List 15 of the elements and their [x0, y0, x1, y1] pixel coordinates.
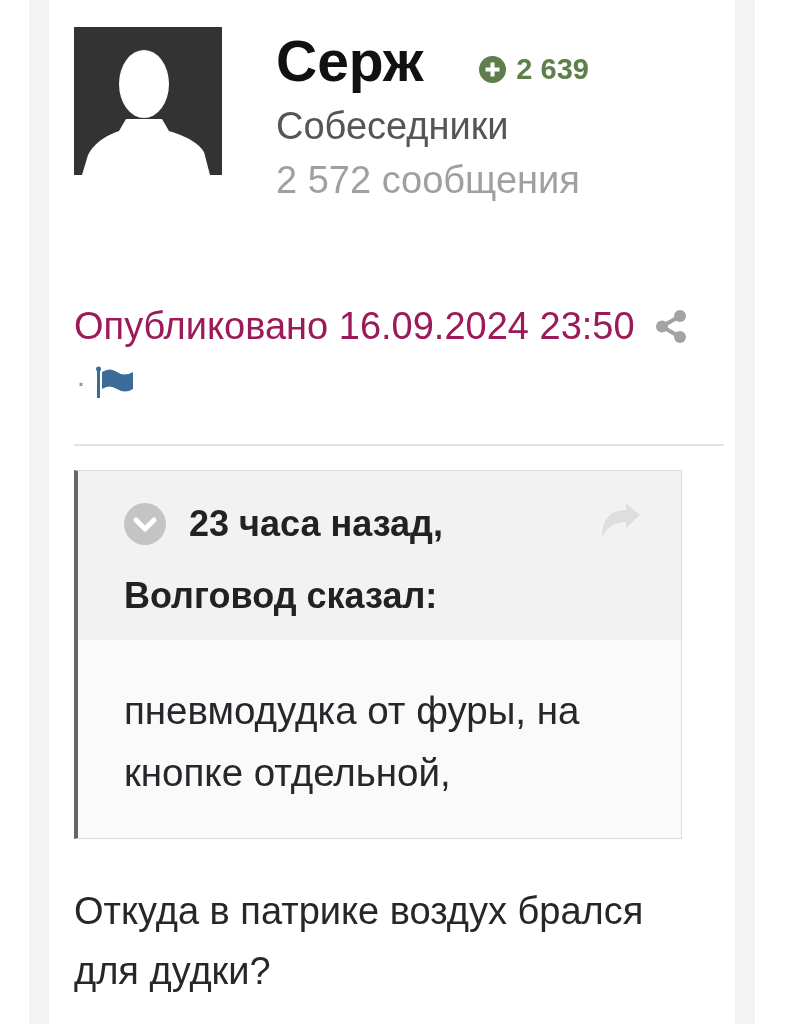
- quote-attribution: Волговод сказал:: [124, 574, 439, 618]
- chevron-down-icon[interactable]: [124, 503, 166, 545]
- quote-time: 23 часа назад,: [189, 503, 443, 545]
- author-name[interactable]: Серж: [276, 30, 424, 92]
- reputation-count: 2 639: [516, 54, 589, 84]
- user-group: Собеседники: [276, 106, 589, 146]
- post-text: Откуда в патрике воздух брался для дудки?: [74, 889, 645, 994]
- post-date-link[interactable]: Опубликовано 16.09.2024 23:50: [74, 298, 635, 354]
- meta-separator: ·: [76, 364, 86, 400]
- quote-text: пневмодудка от фуры, на кнопке отдельной,: [78, 640, 681, 838]
- flag-icon[interactable]: [96, 366, 133, 398]
- avatar-silhouette[interactable]: [74, 27, 222, 175]
- post-count: 2 572 сообщения: [276, 160, 581, 200]
- share-icon[interactable]: [654, 309, 687, 343]
- plus-circle-icon: [479, 55, 507, 83]
